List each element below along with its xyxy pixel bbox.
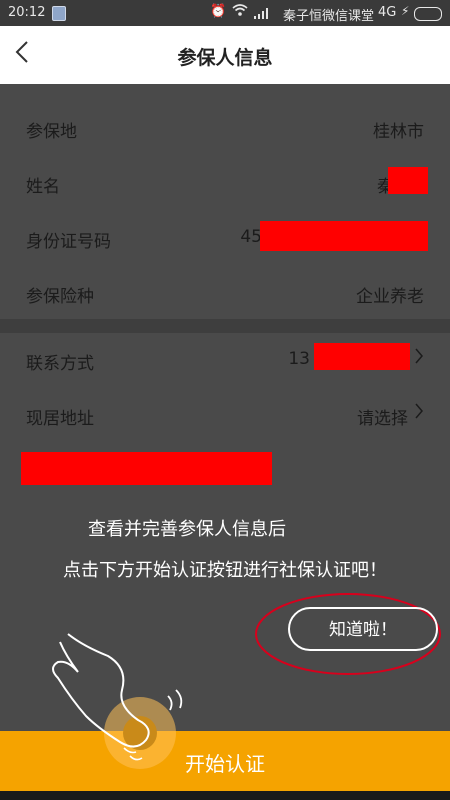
pointing-hand-icon	[52, 633, 183, 761]
redaction-block	[21, 452, 272, 485]
name-row: 姓名 秦	[0, 154, 450, 209]
row-label: 现居地址	[26, 409, 94, 429]
insured-place-row: 参保地 桂林市	[0, 99, 450, 154]
guide-line-1: 查看并完善参保人信息后	[88, 519, 286, 540]
row-value: 企业养老	[356, 287, 424, 307]
guide-line-2: 点击下方开始认证按钮进行社保认证吧！	[63, 560, 387, 581]
insurance-type-row: 参保险种 企业养老	[0, 264, 450, 319]
bottom-edge	[0, 791, 450, 800]
id-number-row: 身份证号码 45	[0, 209, 450, 264]
contact-row[interactable]: 联系方式 13	[0, 331, 450, 386]
nav-bar: 参保人信息	[0, 26, 450, 84]
row-label: 身份证号码	[26, 232, 111, 252]
chevron-right-icon	[414, 347, 424, 370]
row-value: 45	[240, 227, 262, 247]
row-label: 姓名	[26, 177, 60, 197]
got-it-button[interactable]: 知道啦！	[288, 607, 438, 651]
redaction-block	[388, 167, 428, 194]
wifi-icon	[232, 3, 248, 21]
redaction-block	[260, 221, 428, 251]
row-label: 参保险种	[26, 287, 94, 307]
row-value: 桂林市	[373, 122, 424, 142]
charging-icon: ⚡	[401, 4, 410, 18]
chevron-right-icon	[414, 402, 424, 424]
status-bar: 20:12 ⏰ 秦子恒微信课堂 4G ⚡	[0, 0, 450, 26]
carrier-name: 秦子恒微信课堂	[283, 9, 375, 24]
alarm-icon: ⏰	[210, 4, 227, 19]
row-value: 13	[288, 349, 310, 369]
row-value: 请选择	[357, 409, 408, 429]
row-label: 联系方式	[26, 354, 94, 374]
row-label: 参保地	[26, 122, 77, 142]
address-row[interactable]: 现居地址 请选择	[0, 386, 450, 441]
signal-icon	[254, 8, 268, 19]
network-type: 4G	[378, 5, 397, 20]
battery-icon	[414, 7, 442, 21]
redaction-block	[314, 343, 410, 370]
status-time: 20:12	[8, 5, 46, 20]
page-title: 参保人信息	[177, 47, 273, 69]
sim-icon	[52, 6, 66, 21]
